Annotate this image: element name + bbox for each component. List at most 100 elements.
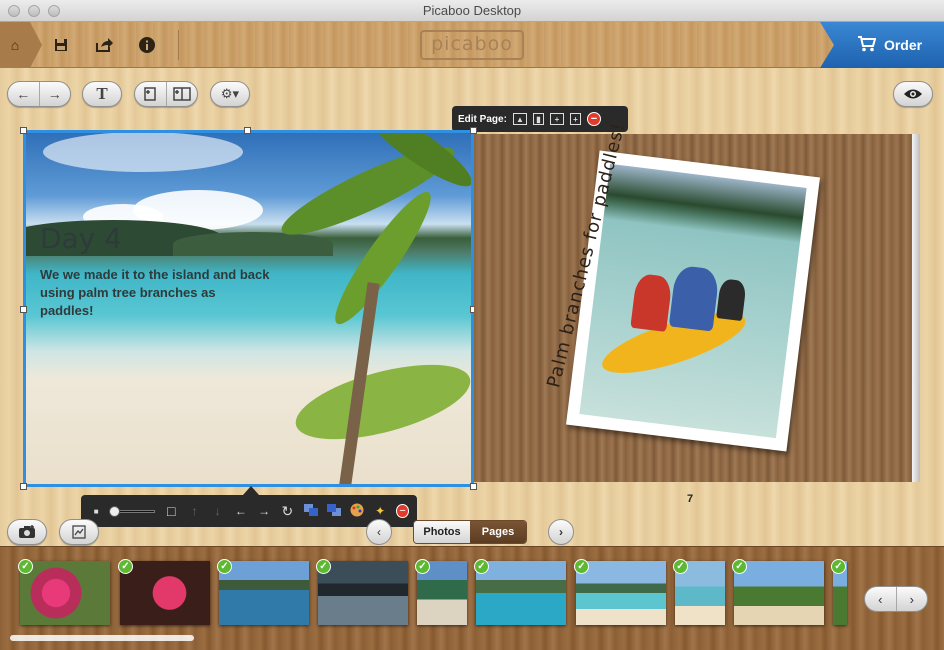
photo-options-icon [72,525,86,539]
page-edge [912,134,920,482]
redo-icon: → [47,86,62,102]
page-title-text[interactable]: Day 4 [40,222,122,255]
bring-forward-icon[interactable] [303,503,318,519]
add-spread-icon [173,87,191,101]
redo-button[interactable]: → [38,82,71,106]
title-bar: Picaboo Desktop [0,0,944,22]
order-button[interactable]: Order [820,22,944,68]
used-check-icon: ✓ [118,559,133,574]
picaboo-logo: picaboo [420,30,524,60]
move-left-icon[interactable]: ← [234,504,248,518]
zoom-slider[interactable] [109,505,156,517]
window-title: Picaboo Desktop [422,3,522,18]
undo-redo-group: ← → [7,81,71,107]
move-up-icon[interactable]: ↑ [187,504,201,518]
resize-handle[interactable] [244,127,251,134]
add-photos-button[interactable] [7,519,47,545]
photo-options-button[interactable] [59,519,99,545]
delete-photo-icon[interactable]: − [396,504,409,518]
move-right-icon[interactable]: → [257,504,271,518]
order-label: Order [883,37,923,53]
next-page-button[interactable]: › [548,519,574,545]
thumbnail-photo[interactable] [20,561,110,625]
photos-pages-toggle: Photos Pages [413,520,527,544]
used-check-icon: ✓ [831,559,846,574]
add-spread-button[interactable] [165,82,198,106]
move-down-icon[interactable]: ↓ [211,504,225,518]
home-icon: ⌂ [10,37,20,53]
send-backward-icon[interactable] [326,503,341,519]
zoom-window-button[interactable] [48,5,60,17]
tab-pages[interactable]: Pages [470,521,526,543]
filmstrip-prev-button[interactable]: ‹ [865,587,896,611]
chevron-left-icon: ‹ [377,525,381,539]
used-check-icon: ✓ [574,559,589,574]
page-background-icon[interactable]: ▲ [512,113,527,125]
filmstrip-scrollbar[interactable] [10,635,194,641]
rotate-icon[interactable]: ↻ [280,503,294,520]
cart-icon [857,35,877,55]
resize-handle[interactable] [470,483,477,490]
color-palette-icon[interactable] [350,503,364,520]
toolbar-pointer [243,486,259,495]
resize-handle[interactable] [20,483,27,490]
zoom-out-icon[interactable]: ■ [89,507,103,516]
info-icon[interactable] [136,34,158,56]
thumbnail-photo[interactable] [120,561,210,625]
page-caption-text[interactable]: We we made it to the island and back usi… [40,266,270,320]
person-shape [630,272,673,332]
app-header: ⌂ picaboo Order [0,22,944,68]
magic-wand-icon[interactable]: ✦ [373,504,387,518]
thumbnail-photo[interactable] [576,561,666,625]
save-icon[interactable] [50,34,72,56]
person-shape [716,278,747,322]
prev-page-button[interactable]: ‹ [366,519,392,545]
filmstrip-next-button[interactable]: › [895,587,928,611]
resize-handle[interactable] [470,127,477,134]
right-page-number: 7 [687,493,694,505]
minimize-window-button[interactable] [28,5,40,17]
undo-button[interactable]: ← [8,82,39,106]
close-window-button[interactable] [8,5,20,17]
used-check-icon: ✓ [18,559,33,574]
camera-icon [19,525,35,538]
delete-page-icon[interactable]: − [586,112,601,126]
thumbnail-photo[interactable] [734,561,824,625]
add-page-button[interactable] [135,82,166,106]
used-check-icon: ✓ [732,559,747,574]
filmstrip-nav: ‹ › [864,586,928,612]
gear-icon: ⚙▾ [220,86,240,101]
add-photo-box-icon[interactable]: + [549,113,564,125]
preview-button[interactable] [893,81,933,107]
header-divider [178,30,179,60]
edit-page-toolbar: Edit Page: ▲ ▮ + + − [452,106,628,132]
chevron-left-icon: ‹ [878,591,883,607]
used-check-icon: ✓ [217,559,232,574]
resize-handle[interactable] [20,306,27,313]
share-icon[interactable] [93,34,115,56]
tab-photos[interactable]: Photos [414,521,470,543]
home-button[interactable]: ⌂ [0,22,30,68]
page-layout-icon[interactable]: ▮ [532,113,544,125]
chevron-right-icon: › [559,525,563,539]
undo-icon: ← [16,86,31,102]
photo-edit-toolbar: ■ □ ↑ ↓ ← → ↻ ✦ − [81,495,417,527]
person-shape [668,264,720,332]
thumbnail-photo[interactable] [219,561,309,625]
add-page-icon[interactable]: + [569,113,581,125]
zoom-slider-knob[interactable] [109,505,121,517]
page-layout-group [134,81,198,107]
edit-page-label: Edit Page: [458,113,507,125]
add-page-icon [144,87,156,101]
thumbnail-photo[interactable] [476,561,566,625]
used-check-icon: ✓ [415,559,430,574]
used-check-icon: ✓ [673,559,688,574]
used-check-icon: ✓ [316,559,331,574]
thumbnail-photo[interactable] [318,561,408,625]
used-check-icon: ✓ [474,559,489,574]
add-text-button[interactable]: T [82,81,122,107]
resize-handle[interactable] [20,127,27,134]
settings-dropdown[interactable]: ⚙▾ [210,81,250,107]
zoom-in-icon[interactable]: □ [164,503,178,519]
eye-icon [904,89,922,99]
